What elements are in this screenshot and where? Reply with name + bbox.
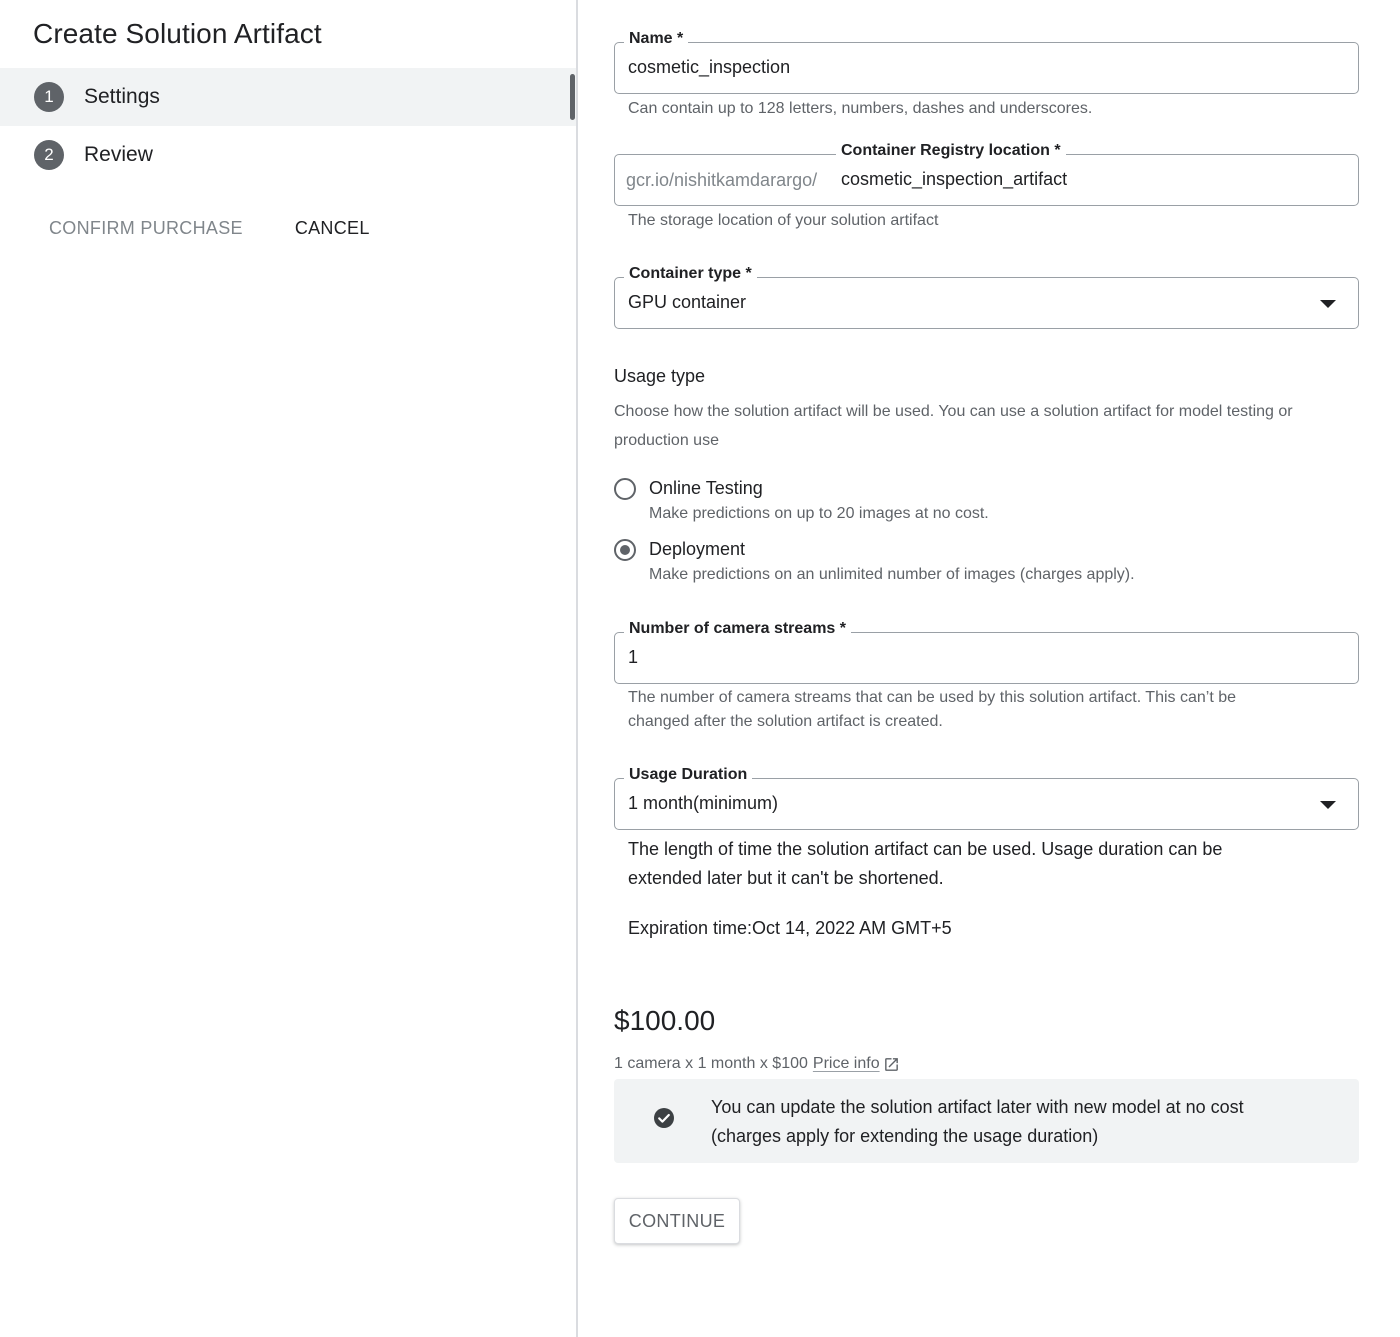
- camera-streams-hint-line1: The number of camera streams that can be…: [628, 689, 1237, 706]
- total-price: $100.00: [614, 1005, 716, 1036]
- online-testing-description: Make predictions on up to 20 images at n…: [649, 505, 989, 522]
- step-settings[interactable]: 1 Settings: [0, 68, 576, 126]
- name-input[interactable]: cosmetic_inspection: [628, 57, 790, 78]
- deployment-label[interactable]: Deployment: [649, 539, 745, 560]
- page-title: Create Solution Artifact: [33, 18, 322, 49]
- stepper-actions: CONFIRM PURCHASE CANCEL: [49, 218, 370, 239]
- registry-location-input[interactable]: cosmetic_inspection_artifact: [841, 169, 1067, 190]
- open-in-new-icon[interactable]: [883, 1056, 900, 1073]
- container-type-value: GPU container: [628, 292, 747, 312]
- container-type-select[interactable]: Container type * GPU container: [614, 265, 1359, 329]
- usage-duration-hint-line1: The length of time the solution artifact…: [628, 839, 1223, 859]
- registry-location-hint: The storage location of your solution ar…: [628, 212, 939, 229]
- notice-line1: You can update the solution artifact lat…: [711, 1097, 1244, 1117]
- step-label-settings: Settings: [84, 85, 160, 108]
- name-field-label: Name *: [624, 30, 689, 48]
- registry-location-label: Container Registry location *: [836, 142, 1066, 160]
- camera-streams-label: Number of camera streams *: [624, 620, 851, 638]
- expiration-time: Expiration time:Oct 14, 2022 AM GMT+5: [628, 918, 952, 938]
- usage-duration-value: 1 month(minimum): [628, 793, 779, 813]
- radio-deployment[interactable]: [614, 539, 636, 561]
- usage-duration-hint: The length of time the solution artifact…: [628, 835, 1348, 893]
- confirm-purchase-button[interactable]: CONFIRM PURCHASE: [49, 218, 243, 239]
- check-circle-icon: [652, 1106, 676, 1130]
- name-hint: Can contain up to 128 letters, numbers, …: [628, 100, 1093, 117]
- camera-streams-hint-line2: changed after the solution artifact is c…: [628, 713, 943, 730]
- deployment-description: Make predictions on an unlimited number …: [649, 566, 1135, 583]
- cancel-button[interactable]: CANCEL: [295, 218, 370, 239]
- camera-streams-field[interactable]: Number of camera streams * 1: [614, 620, 1359, 684]
- stepper-panel: Create Solution Artifact 1 Settings 2 Re…: [0, 0, 578, 1337]
- dropdown-arrow-icon: [1320, 300, 1336, 308]
- step-number-badge: 1: [34, 82, 64, 112]
- price-info-link[interactable]: Price info: [813, 1055, 880, 1073]
- radio-online-testing[interactable]: [614, 478, 636, 500]
- dropdown-arrow-icon: [1320, 801, 1336, 809]
- scrollbar-thumb[interactable]: [570, 74, 575, 120]
- usage-duration-hint-line2: extended later but it can't be shortened…: [628, 868, 944, 888]
- registry-location-field[interactable]: Container Registry location * gcr.io/nis…: [614, 142, 1359, 206]
- notice-text: You can update the solution artifact lat…: [711, 1093, 1331, 1151]
- notice-line2: (charges apply for extending the usage d…: [711, 1126, 1099, 1146]
- usage-duration-label: Usage Duration: [624, 766, 753, 784]
- price-breakdown: 1 camera x 1 month x $100 Price info: [614, 1055, 900, 1073]
- step-number-badge: 2: [34, 140, 64, 170]
- registry-prefix: gcr.io/nishitkamdarargo/: [626, 170, 818, 190]
- camera-streams-input[interactable]: 1: [628, 647, 638, 668]
- update-notice: You can update the solution artifact lat…: [614, 1079, 1359, 1163]
- online-testing-label[interactable]: Online Testing: [649, 478, 763, 499]
- usage-type-title: Usage type: [614, 366, 706, 386]
- usage-type-description: Choose how the solution artifact will be…: [614, 403, 1293, 449]
- usage-duration-select[interactable]: Usage Duration 1 month(minimum): [614, 766, 1359, 830]
- step-label-review: Review: [84, 143, 153, 166]
- price-breakdown-text: 1 camera x 1 month x $100: [614, 1055, 808, 1072]
- container-type-label: Container type *: [624, 265, 757, 283]
- continue-button[interactable]: CONTINUE: [614, 1198, 740, 1244]
- name-field[interactable]: Name * cosmetic_inspection: [614, 30, 1359, 94]
- step-review[interactable]: 2 Review: [0, 126, 576, 184]
